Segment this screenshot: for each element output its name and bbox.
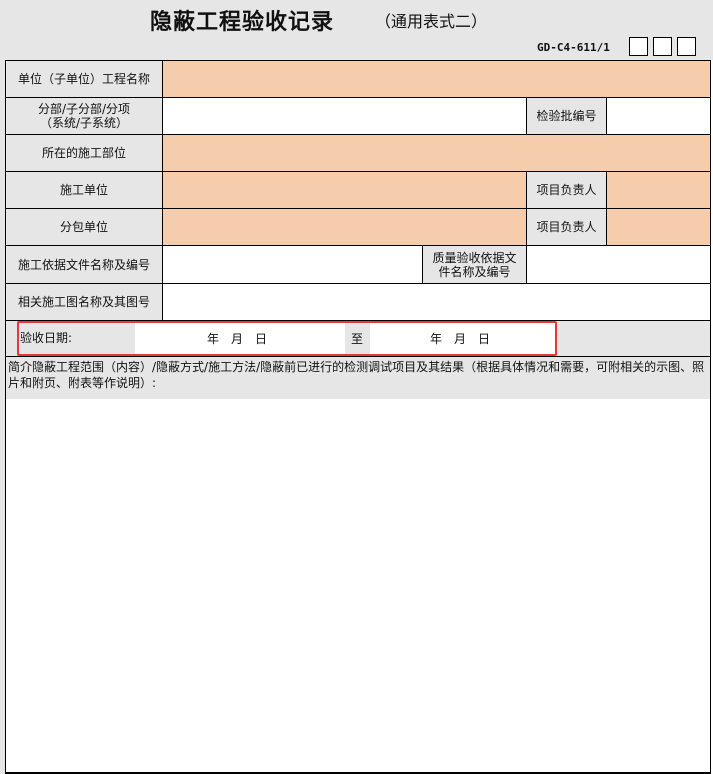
quality-basis-label-line2: 件名称及编号: [438, 264, 511, 279]
contractor-leader-label: 项目负责人: [526, 171, 607, 209]
basis-docs-field[interactable]: [162, 245, 423, 284]
subdivision-field[interactable]: [162, 97, 527, 135]
form-title: 隐蔽工程验收记录: [150, 10, 335, 35]
basis-docs-label: 施工依据文件名称及编号: [5, 245, 163, 284]
subcontractor-label: 分包单位: [5, 208, 163, 246]
subdivision-label-line1: 分部/子分部/分项: [37, 102, 131, 116]
code-box-2[interactable]: [653, 37, 672, 56]
contractor-label: 施工单位: [5, 171, 163, 209]
subcontractor-leader-label: 项目负责人: [526, 208, 607, 246]
drawings-label: 相关施工图名称及其图号: [5, 283, 163, 321]
title-bar: [0, 0, 713, 38]
description-content-area[interactable]: [6, 399, 710, 772]
subdivision-label-line2: （系统/子系统）: [39, 116, 129, 130]
quality-basis-field[interactable]: [526, 245, 711, 284]
code-box-3[interactable]: [677, 37, 696, 56]
code-box-1[interactable]: [629, 37, 648, 56]
description-note: 简介隐蔽工程范围（内容）/隐蔽方式/施工方法/隐蔽前已进行的检测调试项目及其结果…: [8, 360, 705, 390]
project-name-label: 单位（子单位）工程名称: [5, 60, 163, 98]
location-field[interactable]: [162, 134, 711, 172]
contractor-field[interactable]: [162, 171, 527, 209]
location-label: 所在的施工部位: [5, 134, 163, 172]
subdivision-label: 分部/子分部/分项 （系统/子系统）: [5, 97, 163, 135]
quality-basis-label: 质量验收依据文 件名称及编号: [422, 245, 527, 284]
project-name-field[interactable]: [162, 60, 711, 98]
form-subtitle: （通用表式二）: [375, 12, 488, 31]
drawings-field[interactable]: [162, 283, 711, 321]
batch-no-field[interactable]: [606, 97, 711, 135]
subcontractor-leader-field[interactable]: [606, 208, 711, 246]
date-row-highlight: [17, 321, 557, 356]
batch-no-label: 检验批编号: [526, 97, 607, 135]
subcontractor-field[interactable]: [162, 208, 527, 246]
quality-basis-label-line1: 质量验收依据文: [432, 250, 517, 265]
contractor-leader-field[interactable]: [606, 171, 711, 209]
form-code: GD-C4-611/1: [537, 41, 610, 54]
